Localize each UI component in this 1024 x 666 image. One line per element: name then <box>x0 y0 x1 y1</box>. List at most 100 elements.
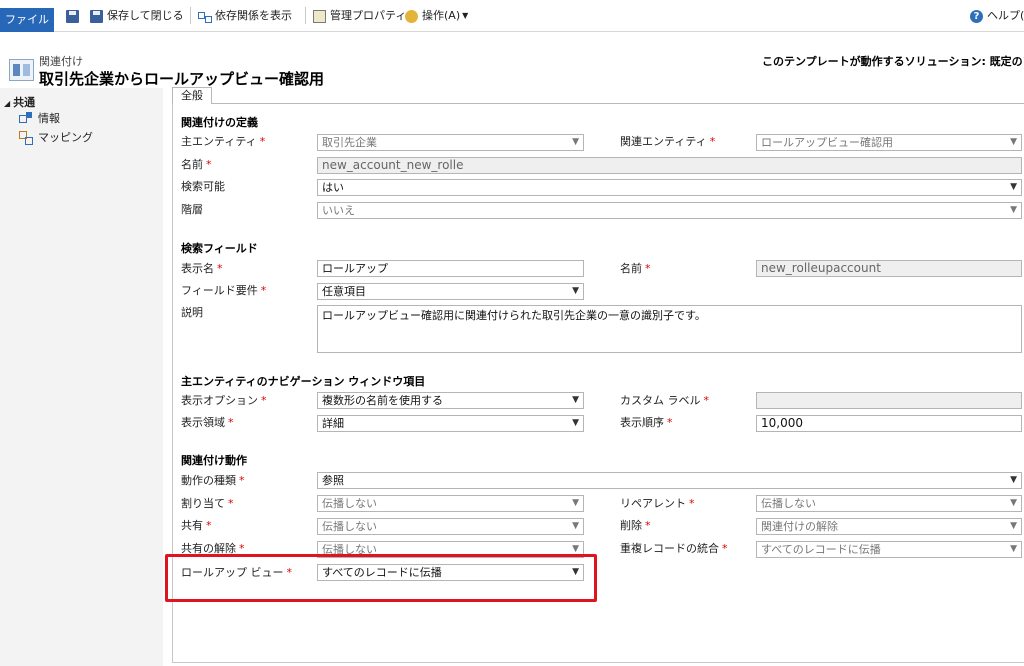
display-name-label: 表示名 * <box>181 262 223 275</box>
merge-label: 重複レコードの統合 * <box>620 542 728 555</box>
dropdown-arrow-icon: ▼ <box>572 286 579 296</box>
custom-label-input[interactable] <box>756 392 1022 409</box>
relationship-entity-icon <box>9 59 34 81</box>
save-close-icon <box>90 9 103 23</box>
primary-entity-select[interactable]: 取引先企業 ▼ <box>317 134 584 151</box>
actions-label: 操作(A) <box>422 9 461 22</box>
field-requirement-label: フィールド要件 * <box>181 284 267 297</box>
help-label: ヘルプ(H <box>987 9 1024 22</box>
nav-item-information[interactable]: 情報 <box>19 110 60 126</box>
relationship-name-input[interactable]: new_account_new_rolle <box>317 157 1022 174</box>
help-button[interactable]: ? ヘルプ(H <box>970 7 1024 25</box>
description-textarea[interactable]: ロールアップビュー確認用に関連付けられた取引先企業の一意の識別子です。 <box>317 305 1022 353</box>
display-order-input[interactable]: 10,000 <box>756 415 1022 432</box>
searchable-select[interactable]: はい ▼ <box>317 179 1022 196</box>
required-mark: * <box>228 497 234 510</box>
nav-group-common[interactable]: ◢ 共通 <box>4 94 35 110</box>
save-and-close-button[interactable]: 保存して閉じる <box>90 7 184 25</box>
required-mark: * <box>261 394 267 407</box>
dropdown-arrow-icon: ▼ <box>572 395 579 405</box>
required-mark: * <box>259 135 266 148</box>
required-mark: * <box>645 262 651 275</box>
merge-select[interactable]: すべてのレコードに伝播 ▼ <box>756 541 1022 558</box>
lookup-name-label: 名前 * <box>620 262 651 275</box>
delete-label: 削除 * <box>620 519 651 532</box>
collapse-triangle-icon: ◢ <box>4 99 11 108</box>
save-close-label: 保存して閉じる <box>107 9 184 22</box>
required-mark: * <box>217 262 223 275</box>
required-mark: * <box>709 135 716 148</box>
information-icon <box>19 112 33 124</box>
reparent-select[interactable]: 伝播しない ▼ <box>756 495 1022 512</box>
required-mark: * <box>689 497 695 510</box>
toolbar-separator <box>190 7 191 24</box>
chevron-down-icon: ▼ <box>462 11 469 20</box>
dropdown-arrow-icon: ▼ <box>572 498 579 508</box>
show-dependencies-button[interactable]: 依存関係を表示 <box>198 7 292 25</box>
show-dependencies-label: 依存関係を表示 <box>215 9 292 22</box>
related-entity-select[interactable]: ロールアップビュー確認用 ▼ <box>756 134 1022 151</box>
display-option-select[interactable]: 複数形の名前を使用する ▼ <box>317 392 584 409</box>
relationship-name-label: 名前 * <box>181 158 212 171</box>
hierarchical-label: 階層 <box>181 203 203 216</box>
required-mark: * <box>206 158 212 171</box>
solution-info: このテンプレートが動作するソリューション: 既定のソリューション <box>762 55 1024 68</box>
section-title-lookup-field: 検索フィールド <box>181 242 258 255</box>
actions-menu-button[interactable]: 操作(A) ▼ <box>405 7 468 25</box>
display-area-label: 表示領域 * <box>181 416 234 429</box>
dropdown-arrow-icon: ▼ <box>1010 475 1017 485</box>
assign-select[interactable]: 伝播しない ▼ <box>317 495 584 512</box>
tab-divider <box>212 103 1024 104</box>
required-mark: * <box>722 542 728 555</box>
left-navigation: ◢ 共通 情報 マッピング <box>0 88 163 666</box>
display-option-label: 表示オプション * <box>181 394 267 407</box>
reparent-label: リペアレント * <box>620 497 695 510</box>
field-requirement-select[interactable]: 任意項目 ▼ <box>317 283 584 300</box>
description-label: 説明 <box>181 306 203 319</box>
behavior-type-label: 動作の種類 * <box>181 474 245 487</box>
display-name-input[interactable]: ロールアップ <box>317 260 584 277</box>
required-mark: * <box>260 284 267 297</box>
dropdown-arrow-icon: ▼ <box>1010 182 1017 192</box>
save-icon <box>66 9 79 23</box>
dropdown-arrow-icon: ▼ <box>1010 544 1017 554</box>
dependencies-icon <box>198 10 212 23</box>
assign-label: 割り当て * <box>181 497 234 510</box>
dropdown-arrow-icon: ▼ <box>1010 137 1017 147</box>
section-title-navigation: 主エンティティのナビゲーション ウィンドウ項目 <box>181 375 426 388</box>
dropdown-arrow-icon: ▼ <box>1010 205 1017 215</box>
managed-properties-button[interactable]: 管理プロパティ <box>313 7 406 25</box>
share-select[interactable]: 伝播しない ▼ <box>317 518 584 535</box>
section-title-behavior: 関連付け動作 <box>181 454 247 467</box>
help-icon: ? <box>970 9 983 23</box>
tab-general[interactable]: 全般 <box>172 87 212 104</box>
primary-entity-label: 主エンティティ * <box>181 135 266 148</box>
mapping-icon <box>19 131 33 145</box>
lookup-name-input[interactable]: new_rolleupaccount <box>756 260 1022 277</box>
section-title-definition: 関連付けの定義 <box>181 116 258 129</box>
nav-item-mapping[interactable]: マッピング <box>19 129 93 145</box>
save-button[interactable] <box>66 7 83 25</box>
custom-label-label: カスタム ラベル * <box>620 394 709 407</box>
properties-icon <box>313 9 326 23</box>
page-title: 取引先企業からロールアップビュー確認用 <box>39 70 325 88</box>
hierarchical-select[interactable]: いいえ ▼ <box>317 202 1022 219</box>
searchable-label: 検索可能 <box>181 180 225 193</box>
display-order-label: 表示順序 * <box>620 416 673 429</box>
nav-item-label: 情報 <box>38 112 60 125</box>
behavior-type-select[interactable]: 参照 ▼ <box>317 472 1022 489</box>
dropdown-arrow-icon: ▼ <box>1010 498 1017 508</box>
required-mark: * <box>667 416 673 429</box>
dropdown-arrow-icon: ▼ <box>1010 521 1017 531</box>
display-area-select[interactable]: 詳細 ▼ <box>317 415 584 432</box>
ribbon-toolbar: ファイル 保存して閉じる 依存関係を表示 管理プロパティ 操作(A) ▼ ? ヘ… <box>0 0 1024 32</box>
nav-item-label: マッピング <box>38 131 93 144</box>
file-tab-button[interactable]: ファイル <box>0 8 54 32</box>
related-entity-label: 関連エンティティ * <box>620 135 716 148</box>
nav-group-label: 共通 <box>13 96 36 109</box>
actions-icon <box>405 9 418 23</box>
toolbar-separator <box>305 7 306 24</box>
delete-select[interactable]: 関連付けの解除 ▼ <box>756 518 1022 535</box>
highlight-box <box>165 554 597 602</box>
dropdown-arrow-icon: ▼ <box>572 521 579 531</box>
